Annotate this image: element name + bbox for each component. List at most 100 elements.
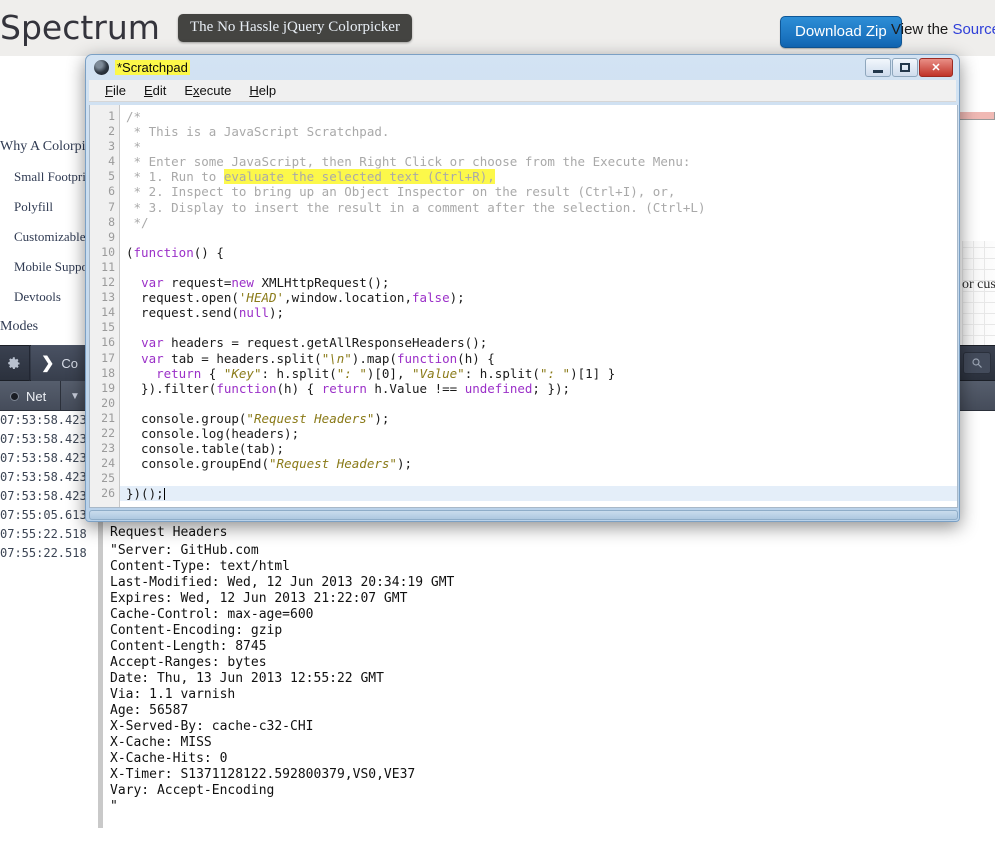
- minimize-icon: [873, 70, 883, 73]
- code-line[interactable]: console.groupEnd("Request Headers");: [120, 456, 957, 471]
- console-line: "Server: GitHub.com: [110, 543, 870, 559]
- code-line[interactable]: [120, 260, 957, 275]
- code-line[interactable]: }).filter(function(h) { return h.Value !…: [120, 381, 957, 396]
- code-line[interactable]: var headers = request.getAllResponseHead…: [120, 335, 957, 350]
- gear-icon: [7, 356, 22, 371]
- code-line[interactable]: var tab = headers.split("\n").map(functi…: [120, 351, 957, 366]
- scratchpad-window[interactable]: *Scratchpad ✕ File Edit Execute Help 1 2…: [85, 54, 960, 522]
- devtools-search-button[interactable]: [963, 352, 991, 374]
- screen: Spectrum The No Hassle jQuery Colorpicke…: [0, 0, 995, 868]
- editor-code-area[interactable]: /* * This is a JavaScript Scratchpad. * …: [120, 105, 957, 507]
- line-number: 18: [90, 366, 119, 381]
- code-line[interactable]: request.open('HEAD',window.location,fals…: [120, 290, 957, 305]
- line-number: 12: [90, 275, 119, 290]
- download-zip-button[interactable]: Download Zip: [780, 16, 902, 48]
- line-number: 2: [90, 124, 119, 139]
- scratchpad-titlebar[interactable]: *Scratchpad ✕: [86, 55, 959, 80]
- editor-horizontal-scrollbar[interactable]: [89, 510, 958, 520]
- maximize-button[interactable]: [892, 58, 918, 77]
- code-line[interactable]: [120, 230, 957, 245]
- code-line[interactable]: return { "Key": h.split(": ")[0], "Value…: [120, 366, 957, 381]
- line-number: 3: [90, 139, 119, 154]
- line-number: 22: [90, 426, 119, 441]
- devtools-tab-console-label: Co: [61, 356, 78, 371]
- scratchpad-menubar: File Edit Execute Help: [89, 80, 956, 102]
- content-snippet: or cus: [962, 277, 995, 293]
- scratchpad-icon: [94, 60, 109, 75]
- menu-help[interactable]: Help: [241, 81, 284, 100]
- console-line: Cache-Control: max-age=600: [110, 607, 870, 623]
- console-timestamp: 07:55:22.518: [0, 544, 88, 563]
- line-number: 11: [90, 260, 119, 275]
- code-line[interactable]: *: [120, 139, 957, 154]
- console-timestamp: 07:53:58.423: [0, 468, 88, 487]
- search-icon: [971, 357, 983, 369]
- console-line: Expires: Wed, 12 Jun 2013 21:22:07 GMT: [110, 591, 870, 607]
- code-line[interactable]: var request=new XMLHttpRequest();: [120, 275, 957, 290]
- code-line[interactable]: * 3. Display to insert the result in a c…: [120, 200, 957, 215]
- line-number: 16: [90, 335, 119, 350]
- code-line[interactable]: */: [120, 215, 957, 230]
- close-button[interactable]: ✕: [919, 58, 953, 77]
- menu-file[interactable]: File: [97, 81, 134, 100]
- line-number: 14: [90, 305, 119, 320]
- console-timestamp: 07:53:58.423: [0, 430, 88, 449]
- highlighted-text: evaluate the selected text (Ctrl+R),: [224, 169, 495, 184]
- devtools-tab-console[interactable]: ❯ Co: [31, 345, 88, 381]
- code-line[interactable]: console.log(headers);: [120, 426, 957, 441]
- console-group-request-headers: Request Headers "Server: GitHub.com Cont…: [110, 522, 870, 815]
- code-line[interactable]: [120, 396, 957, 411]
- code-line[interactable]: * This is a JavaScript Scratchpad.: [120, 124, 957, 139]
- console-line: Accept-Ranges: bytes: [110, 655, 870, 671]
- console-group-title[interactable]: Request Headers: [110, 522, 870, 543]
- devtools-filter-net[interactable]: Net: [0, 381, 56, 411]
- window-controls: ✕: [865, 58, 953, 77]
- console-timestamp: 07:53:58.423: [0, 487, 88, 506]
- console-timestamp: 07:53:58.423: [0, 411, 88, 430]
- code-line[interactable]: request.send(null);: [120, 305, 957, 320]
- code-line[interactable]: console.group("Request Headers");: [120, 411, 957, 426]
- maximize-icon: [900, 63, 910, 72]
- menu-execute[interactable]: Execute: [176, 81, 239, 100]
- console-timestamp: 07:55:22.518: [0, 525, 88, 544]
- console-line: Content-Type: text/html: [110, 559, 870, 575]
- chevron-down-icon: ▼: [70, 391, 80, 402]
- line-number: 8: [90, 215, 119, 230]
- line-number: 13: [90, 290, 119, 305]
- editor-line-number-gutter: 1 2 3 4 5 6 7 8 9 10 11 12 13 14 15 16 1…: [90, 105, 120, 507]
- code-line[interactable]: * Enter some JavaScript, then Right Clic…: [120, 154, 957, 169]
- line-number: 9: [90, 230, 119, 245]
- line-number: 4: [90, 154, 119, 169]
- devtools-settings-button[interactable]: [0, 345, 30, 381]
- line-number: 15: [90, 320, 119, 335]
- console-line: ": [110, 799, 870, 815]
- code-line[interactable]: })();: [120, 486, 957, 501]
- console-line: X-Served-By: cache-c32-CHI: [110, 719, 870, 735]
- code-line[interactable]: (function() {: [120, 245, 957, 260]
- minimize-button[interactable]: [865, 58, 891, 77]
- code-line[interactable]: [120, 320, 957, 335]
- line-number: 19: [90, 381, 119, 396]
- text-cursor: [164, 488, 165, 500]
- view-source-prefix: View the: [891, 21, 952, 38]
- console-timestamp-column: 07:53:58.423 07:53:58.423 07:53:58.423 0…: [0, 411, 88, 563]
- code-line[interactable]: /*: [120, 109, 957, 124]
- console-line: Content-Length: 8745: [110, 639, 870, 655]
- code-line[interactable]: [120, 471, 957, 486]
- site-header: Spectrum The No Hassle jQuery Colorpicke…: [0, 0, 995, 56]
- devtools-filter-net-label: Net: [26, 389, 46, 404]
- line-number: 5: [90, 169, 119, 184]
- console-line: Via: 1.1 varnish: [110, 687, 870, 703]
- code-line[interactable]: * 1. Run to evaluate the selected text (…: [120, 169, 957, 184]
- code-line[interactable]: * 2. Inspect to bring up an Object Inspe…: [120, 184, 957, 199]
- line-number: 17: [90, 351, 119, 366]
- line-number: 24: [90, 456, 119, 471]
- net-indicator-icon: [10, 392, 19, 401]
- code-line[interactable]: console.table(tab);: [120, 441, 957, 456]
- menu-edit[interactable]: Edit: [136, 81, 174, 100]
- scratchpad-editor[interactable]: 1 2 3 4 5 6 7 8 9 10 11 12 13 14 15 16 1…: [89, 105, 958, 508]
- console-line: Age: 56587: [110, 703, 870, 719]
- source-link[interactable]: Source: [952, 21, 995, 38]
- line-number: 1: [90, 109, 119, 124]
- line-number: 6: [90, 184, 119, 199]
